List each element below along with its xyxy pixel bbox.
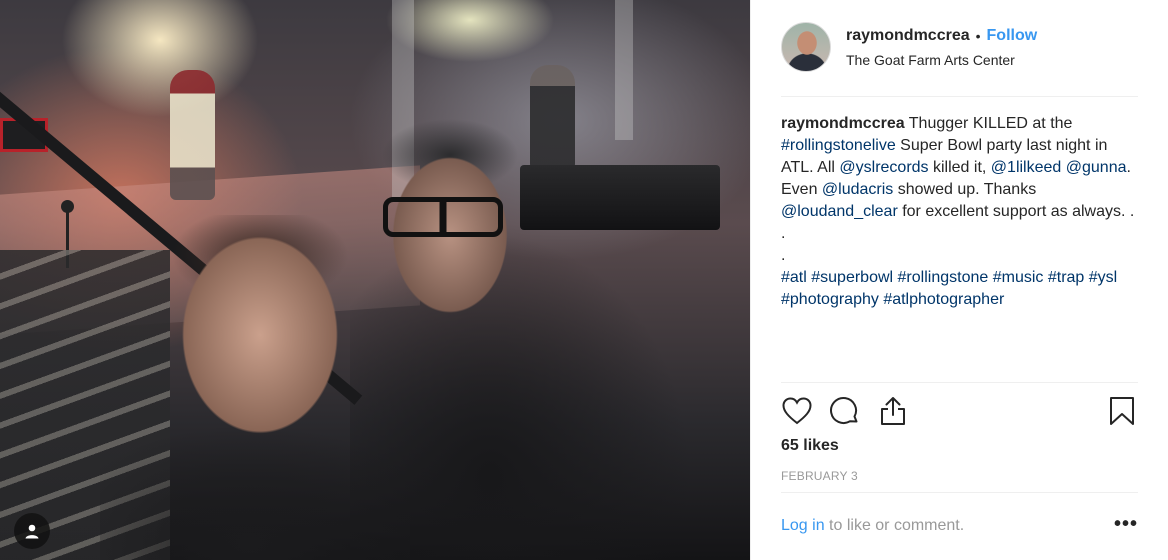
login-prompt-text: to like or comment. xyxy=(824,517,965,534)
post-caption: raymondmccrea Thugger KILLED at the #rol… xyxy=(781,113,1141,311)
heart-icon xyxy=(782,397,812,425)
separator-dot: • xyxy=(975,28,981,44)
divider xyxy=(781,382,1138,383)
tagged-users-button[interactable] xyxy=(14,513,50,549)
hashtag-link[interactable]: #rollingstonelive xyxy=(781,137,896,154)
mention-link[interactable]: @gunna xyxy=(1066,159,1127,176)
action-bar xyxy=(781,395,1138,429)
header-line: raymondmccrea • Follow xyxy=(846,27,1037,45)
like-button[interactable] xyxy=(781,395,813,427)
caption-text: killed it, xyxy=(928,159,991,176)
hashtag-link[interactable]: #ysl xyxy=(1089,269,1117,286)
save-button[interactable] xyxy=(1106,395,1138,427)
hashtag-link[interactable]: #atl xyxy=(781,269,807,286)
mention-link[interactable]: @1lilkeed xyxy=(991,159,1062,176)
hashtag-link[interactable]: #superbowl xyxy=(811,269,893,286)
caption-text: showed up. Thanks xyxy=(893,181,1037,198)
hashtag-link[interactable]: #trap xyxy=(1048,269,1084,286)
user-icon xyxy=(25,524,39,539)
comment-icon xyxy=(830,397,858,424)
avatar[interactable] xyxy=(781,22,831,72)
hashtag-list: #atl #superbowl #rollingstone #music #tr… xyxy=(781,267,1141,311)
follow-button[interactable]: Follow xyxy=(987,27,1038,45)
username-link[interactable]: raymondmccrea xyxy=(846,27,970,45)
location-link[interactable]: The Goat Farm Arts Center xyxy=(846,52,1015,68)
post-details-panel: raymondmccrea • Follow The Goat Farm Art… xyxy=(750,0,1168,560)
share-icon xyxy=(881,397,905,425)
caption-text: Thugger KILLED at the xyxy=(904,115,1073,132)
mention-link[interactable]: @ludacris xyxy=(822,181,893,198)
person-left xyxy=(100,215,410,560)
post-header: raymondmccrea • Follow The Goat Farm Art… xyxy=(751,0,1168,96)
mention-link[interactable]: @loudand_clear xyxy=(781,203,898,220)
mention-link[interactable]: @yslrecords xyxy=(839,159,928,176)
hashtag-link[interactable]: #music xyxy=(993,269,1044,286)
caption-text: for excellent support as always. . xyxy=(897,203,1135,220)
caption-dot-line: . xyxy=(781,247,786,264)
stage-performer xyxy=(170,70,215,200)
hashtag-link[interactable]: #atlphotographer xyxy=(883,291,1004,308)
caption-dot-line: . xyxy=(781,225,786,242)
hashtag-link[interactable]: #photography xyxy=(781,291,879,308)
post-date[interactable]: FEBRUARY 3 xyxy=(781,469,858,483)
comment-button[interactable] xyxy=(829,395,861,427)
divider xyxy=(781,96,1138,97)
more-options-button[interactable]: ••• xyxy=(1114,514,1138,538)
caption-username[interactable]: raymondmccrea xyxy=(781,115,905,132)
divider xyxy=(781,492,1138,493)
login-prompt: Log in to like or comment. xyxy=(781,517,964,535)
bookmark-icon xyxy=(1110,397,1134,425)
login-link[interactable]: Log in xyxy=(781,517,825,534)
post-photo[interactable] xyxy=(0,0,750,560)
hashtag-link[interactable]: #rollingstone xyxy=(898,269,989,286)
share-button[interactable] xyxy=(877,395,909,427)
likes-count[interactable]: 65 likes xyxy=(781,437,839,455)
